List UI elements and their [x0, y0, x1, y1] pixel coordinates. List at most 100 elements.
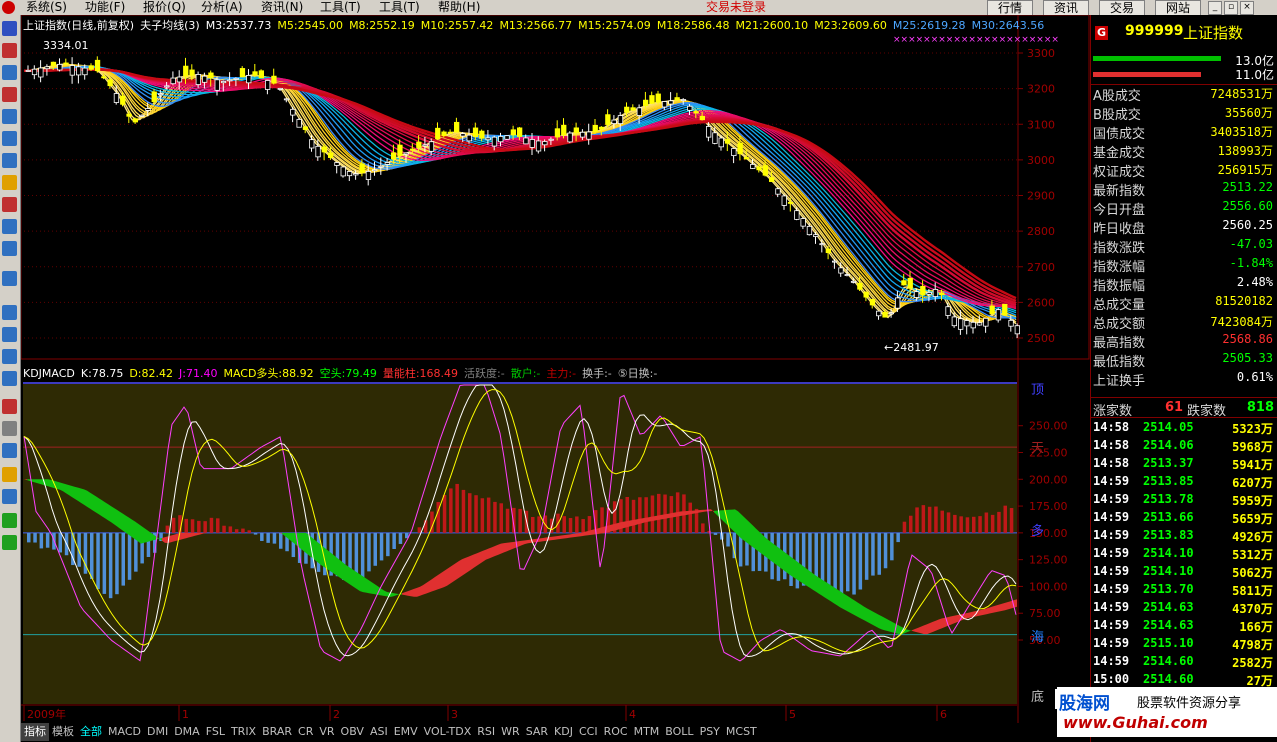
tab-obv[interactable]: OBV — [338, 723, 367, 741]
menu-quote[interactable]: 报价(Q) — [143, 0, 186, 15]
tab-cr[interactable]: CR — [295, 723, 316, 741]
tab-cci[interactable]: CCI — [576, 723, 601, 741]
minute-chart-icon[interactable] — [2, 21, 17, 36]
macd-ribbon-segment — [978, 610, 981, 616]
menu-tools-2[interactable]: 工具(T) — [379, 0, 420, 15]
candle-body — [850, 280, 857, 283]
indicator-icon[interactable] — [2, 349, 17, 364]
rsi-icon[interactable] — [2, 327, 17, 342]
menu-help[interactable]: 帮助(H) — [438, 0, 480, 15]
indicator-name[interactable]: 夫子均线(3) — [140, 19, 200, 32]
zoom-icon[interactable] — [2, 443, 17, 458]
macd-ribbon-segment — [345, 564, 348, 584]
chart-icon[interactable] — [2, 219, 17, 234]
tab-fsl[interactable]: FSL — [203, 723, 228, 741]
main-y-tick-label: 3000 — [1027, 154, 1055, 167]
tab-dmi[interactable]: DMI — [144, 723, 171, 741]
macd-histogram-bar — [562, 516, 566, 533]
g-badge: G — [1095, 26, 1108, 40]
portfolio-icon[interactable] — [2, 197, 17, 212]
macd-ribbon-segment — [141, 525, 144, 544]
macd-ribbon-segment — [342, 561, 345, 582]
tab-roc[interactable]: ROC — [601, 723, 631, 741]
candle-body — [258, 70, 265, 79]
table-icon[interactable] — [2, 131, 17, 146]
macd-ribbon-segment — [735, 509, 738, 536]
candle-body — [932, 289, 939, 297]
candlestick-icon[interactable] — [2, 87, 17, 102]
trade-button[interactable]: 交易 — [1099, 0, 1145, 16]
sub-y-tick-label: 100.00 — [1029, 580, 1068, 593]
sub-legend-item: MACD多头:88.92 — [223, 367, 314, 380]
stat-label: 指数涨幅 — [1093, 260, 1146, 275]
tab-emv[interactable]: EMV — [391, 723, 421, 741]
macd-ribbon-segment — [558, 535, 561, 540]
quote-button[interactable]: 行情 — [987, 0, 1033, 16]
tab-vr[interactable]: VR — [316, 723, 337, 741]
tab-macd[interactable]: MACD — [105, 723, 144, 741]
ma-legend-item: M25:2619.28 — [892, 19, 966, 32]
report-icon[interactable] — [2, 109, 17, 124]
macd-histogram-bar — [531, 516, 535, 533]
candle-body — [164, 85, 170, 88]
analysis-icon[interactable] — [2, 371, 17, 386]
tab-dma[interactable]: DMA — [171, 723, 203, 741]
tab-mtm[interactable]: MTM — [631, 723, 663, 741]
candle-body — [989, 305, 995, 315]
website-button[interactable]: 网站 — [1155, 0, 1201, 16]
candle-body — [296, 119, 302, 128]
tab-rsi[interactable]: RSI — [474, 723, 498, 741]
tab-sar[interactable]: SAR — [523, 723, 551, 741]
macd-ribbon-segment — [339, 559, 342, 580]
move-icon[interactable] — [2, 489, 17, 504]
candle-body — [674, 97, 680, 101]
close-icon[interactable]: × — [1240, 1, 1254, 15]
trend-icon[interactable] — [2, 65, 17, 80]
tab-全部[interactable]: 全部 — [77, 723, 105, 741]
macd-ribbon-segment — [303, 532, 306, 553]
tab-指标[interactable]: 指标 — [21, 723, 49, 741]
etf-icon[interactable] — [2, 271, 17, 286]
candle-body — [617, 115, 624, 124]
tab-brar[interactable]: BRAR — [259, 723, 295, 741]
kline-icon[interactable] — [2, 43, 17, 58]
pencil-icon[interactable] — [2, 467, 17, 482]
arrow-down-icon[interactable] — [2, 535, 17, 550]
chart-area[interactable]: 3300 3200 3100 3000 2900 2800 2700 2600 2500 250… — [21, 15, 1090, 723]
tab-psy[interactable]: PSY — [697, 723, 723, 741]
menu-system[interactable]: 系统(S) — [26, 0, 67, 15]
macd-histogram-bar — [1003, 505, 1007, 533]
tab-asi[interactable]: ASI — [367, 723, 391, 741]
arrow-up-icon[interactable] — [2, 513, 17, 528]
tab-模板[interactable]: 模板 — [49, 723, 77, 741]
ma-legend-item: M13:2566.77 — [499, 19, 573, 32]
tab-mcst[interactable]: MCST — [723, 723, 760, 741]
menu-analysis[interactable]: 分析(A) — [201, 0, 243, 15]
tab-trix[interactable]: TRIX — [228, 723, 259, 741]
sub-y-tick-label: 200.00 — [1029, 473, 1068, 486]
menu-function[interactable]: 功能(F) — [85, 0, 125, 15]
macd-ribbon-segment — [780, 548, 783, 570]
macd-histogram-bar — [127, 532, 132, 580]
grid-icon[interactable] — [2, 153, 17, 168]
restore-icon[interactable]: ▫ — [1224, 1, 1238, 15]
tab-kdj[interactable]: KDJ — [551, 723, 576, 741]
wave-icon[interactable] — [2, 305, 17, 320]
stat-value: 138993万 — [1217, 144, 1273, 158]
bar-chart-icon[interactable] — [2, 241, 17, 256]
minimize-icon[interactable]: _ — [1208, 1, 1222, 15]
sub-indicator-name[interactable]: KDJMACD — [23, 367, 75, 380]
flag-icon[interactable] — [2, 175, 17, 190]
menu-tools[interactable]: 工具(T) — [320, 0, 361, 15]
tab-boll[interactable]: BOLL — [662, 723, 696, 741]
tab-wr[interactable]: WR — [498, 723, 523, 741]
macd-ribbon-segment — [1008, 601, 1011, 610]
link-icon[interactable] — [2, 421, 17, 436]
tab-vol-tdx[interactable]: VOL-TDX — [421, 723, 475, 741]
macd-ribbon-segment — [432, 577, 435, 592]
macd-ribbon-segment — [90, 492, 93, 511]
news-button[interactable]: 资讯 — [1043, 0, 1089, 16]
drawing-icon[interactable] — [2, 399, 17, 414]
menu-news[interactable]: 资讯(N) — [261, 0, 303, 15]
macd-ribbon-segment — [450, 565, 453, 584]
